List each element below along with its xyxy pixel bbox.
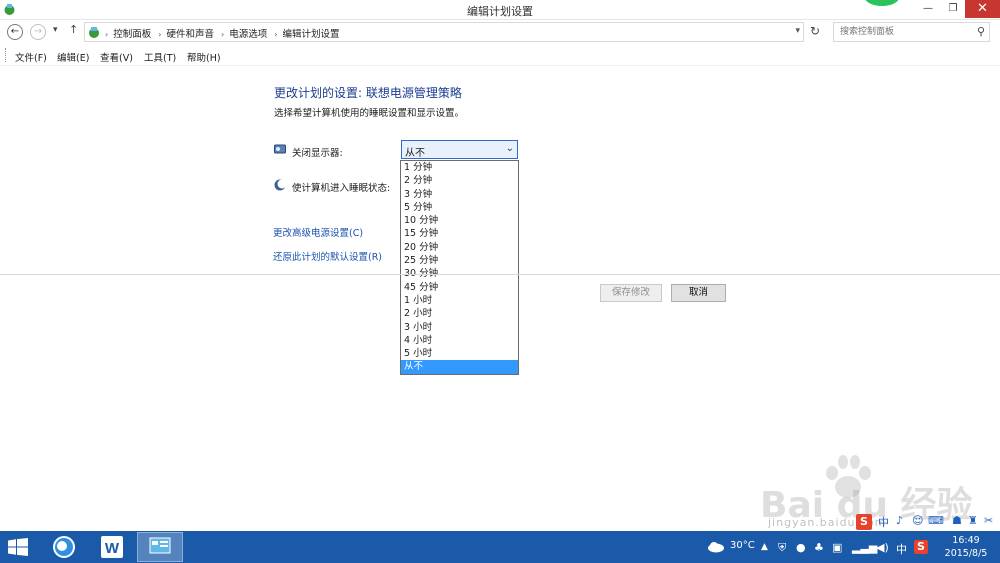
control-panel-icon <box>89 27 99 38</box>
user-icon[interactable]: ☗ <box>952 514 962 527</box>
menu-view[interactable]: 查看(V) <box>100 50 133 64</box>
weather-cloud-icon[interactable] <box>707 541 725 553</box>
back-button[interactable]: ← <box>7 24 23 40</box>
option-2-min[interactable]: 2 分钟 <box>401 174 518 187</box>
divider <box>0 274 1000 275</box>
control-panel-icon <box>149 537 171 554</box>
search-box[interactable]: ⚲ <box>833 22 990 42</box>
address-bar[interactable]: › 控制面板 › 硬件和声音 › 电源选项 › 编辑计划设置 ▾ <box>84 22 804 42</box>
menu-bar: 文件(F) 编辑(E) 查看(V) 工具(T) 帮助(H) <box>0 44 1000 66</box>
refresh-button[interactable]: ↻ <box>806 23 824 41</box>
sogou-ime-icon[interactable]: S <box>856 514 872 530</box>
weather-temperature[interactable]: 30°C <box>730 540 755 551</box>
clock-date: 2015/8/5 <box>944 548 988 559</box>
option-never[interactable]: 从不 <box>401 360 518 374</box>
breadcrumb-item-edit-plan[interactable]: 编辑计划设置 <box>282 29 339 40</box>
skin-icon[interactable]: ♜ <box>968 514 978 527</box>
taskbar-wps-writer[interactable]: W <box>89 532 135 562</box>
breadcrumb-item-control-panel[interactable]: 控制面板 <box>113 29 151 40</box>
taskbar: W 30°C ▲ ⛨ ● ♣ ▣ ▂▃▅ ◀) 中 S 16:49 2015/8… <box>0 531 1000 563</box>
close-button[interactable]: ✕ <box>965 0 1000 18</box>
menu-file[interactable]: 文件(F) <box>15 50 47 64</box>
system-clock[interactable]: 16:49 2015/8/5 <box>944 534 988 560</box>
sleep-label: 使计算机进入睡眠状态: <box>292 183 391 194</box>
up-button[interactable]: ↑ <box>69 23 78 36</box>
minimize-button[interactable]: — <box>915 0 941 18</box>
option-3-hour[interactable]: 3 小时 <box>401 321 518 334</box>
breadcrumb: › 控制面板 › 硬件和声音 › 电源选项 › 编辑计划设置 <box>105 26 343 40</box>
option-5-hour[interactable]: 5 小时 <box>401 347 518 360</box>
sleep-moon-icon <box>274 179 286 191</box>
turn-off-display-label: 关闭显示器: <box>292 148 343 159</box>
browser-icon <box>53 536 75 558</box>
option-15-min[interactable]: 15 分钟 <box>401 227 518 240</box>
option-1-min[interactable]: 1 分钟 <box>401 161 518 174</box>
advanced-power-settings-link[interactable]: 更改高级电源设置(C) <box>273 225 363 239</box>
windows-start-icon[interactable] <box>8 538 28 556</box>
display-timeout-value: 从不 <box>405 148 425 159</box>
option-20-min[interactable]: 20 分钟 <box>401 241 518 254</box>
ime-chinese-mode[interactable]: 中 <box>878 514 889 530</box>
clock-time: 16:49 <box>952 535 980 546</box>
search-input[interactable] <box>834 23 964 41</box>
emoji-icon[interactable]: ☺ <box>912 514 923 527</box>
save-button[interactable]: 保存修改 <box>600 284 662 302</box>
menu-tools[interactable]: 工具(T) <box>144 50 176 64</box>
address-row: ← → ▾ ↑ › 控制面板 › 硬件和声音 › 电源选项 › 编辑计划设置 ▾ ↻ ⚲ <box>0 20 1000 44</box>
cancel-button[interactable]: 取消 <box>671 284 726 302</box>
monitor-icon <box>274 144 286 154</box>
display-timeout-select[interactable]: 从不 ⌄ <box>401 140 518 159</box>
wps-writer-icon: W <box>101 536 123 558</box>
forward-button[interactable]: → <box>30 24 46 40</box>
keyboard-icon[interactable]: ⌨ <box>928 514 944 527</box>
option-1-hour[interactable]: 1 小时 <box>401 294 518 307</box>
page-title: 更改计划的设置: 联想电源管理策略 <box>274 86 462 100</box>
address-history-dropdown[interactable]: ▾ <box>795 26 800 36</box>
title-bar: 编辑计划设置 — ❐ ✕ <box>0 0 1000 20</box>
taskbar-browser[interactable] <box>41 532 87 562</box>
breadcrumb-item-hardware-sound[interactable]: 硬件和声音 <box>166 29 214 40</box>
page-description: 选择希望计算机使用的睡眠设置和显示设置。 <box>274 108 465 119</box>
recent-pages-button[interactable]: ▾ <box>53 25 58 35</box>
svg-text:W: W <box>105 540 120 557</box>
search-icon[interactable]: ⚲ <box>977 25 985 38</box>
security-shield-icon[interactable]: ⛨ <box>778 541 786 555</box>
tray-app-icon[interactable]: ▣ <box>832 541 842 554</box>
chevron-down-icon: ⌄ <box>505 143 514 154</box>
menu-help[interactable]: 帮助(H) <box>187 50 221 64</box>
toolbox-icon[interactable]: ✂ <box>984 514 993 527</box>
network-signal-icon[interactable]: ▂▃▅ <box>852 541 877 554</box>
restore-defaults-link[interactable]: 还原此计划的默认设置(R) <box>273 249 382 263</box>
option-3-min[interactable]: 3 分钟 <box>401 188 518 201</box>
breadcrumb-item-power-options[interactable]: 电源选项 <box>229 29 267 40</box>
menu-grip <box>5 48 6 62</box>
maximize-button[interactable]: ❐ <box>940 0 966 18</box>
option-45-min[interactable]: 45 分钟 <box>401 281 518 294</box>
ime-toolbar: S 中 ♪ ☺ ⌨ ☗ ♜ ✂ <box>856 513 1000 531</box>
window-title: 编辑计划设置 <box>467 5 533 18</box>
option-25-min[interactable]: 25 分钟 <box>401 254 518 267</box>
breadcrumb-separator[interactable]: › <box>158 30 161 39</box>
app-tray-icon[interactable]: ● <box>796 541 806 554</box>
menu-edit[interactable]: 编辑(E) <box>57 50 89 64</box>
taskbar-control-panel[interactable] <box>137 532 183 562</box>
breadcrumb-separator: › <box>105 30 109 39</box>
punctuation-icon[interactable]: ♪ <box>896 514 903 527</box>
option-2-hour[interactable]: 2 小时 <box>401 307 518 320</box>
option-10-min[interactable]: 10 分钟 <box>401 214 518 227</box>
display-timeout-options: 1 分钟 2 分钟 3 分钟 5 分钟 10 分钟 15 分钟 20 分钟 25… <box>400 160 519 375</box>
breadcrumb-separator[interactable]: › <box>221 30 224 39</box>
breadcrumb-separator[interactable]: › <box>274 30 277 39</box>
option-5-min[interactable]: 5 分钟 <box>401 201 518 214</box>
option-4-hour[interactable]: 4 小时 <box>401 334 518 347</box>
show-hidden-icons-button[interactable]: ▲ <box>761 542 768 552</box>
qq-icon[interactable]: ♣ <box>814 541 824 554</box>
sogou-tray-icon[interactable]: S <box>914 540 928 554</box>
ime-indicator[interactable]: 中 <box>896 541 907 557</box>
volume-icon[interactable]: ◀) <box>876 541 889 554</box>
